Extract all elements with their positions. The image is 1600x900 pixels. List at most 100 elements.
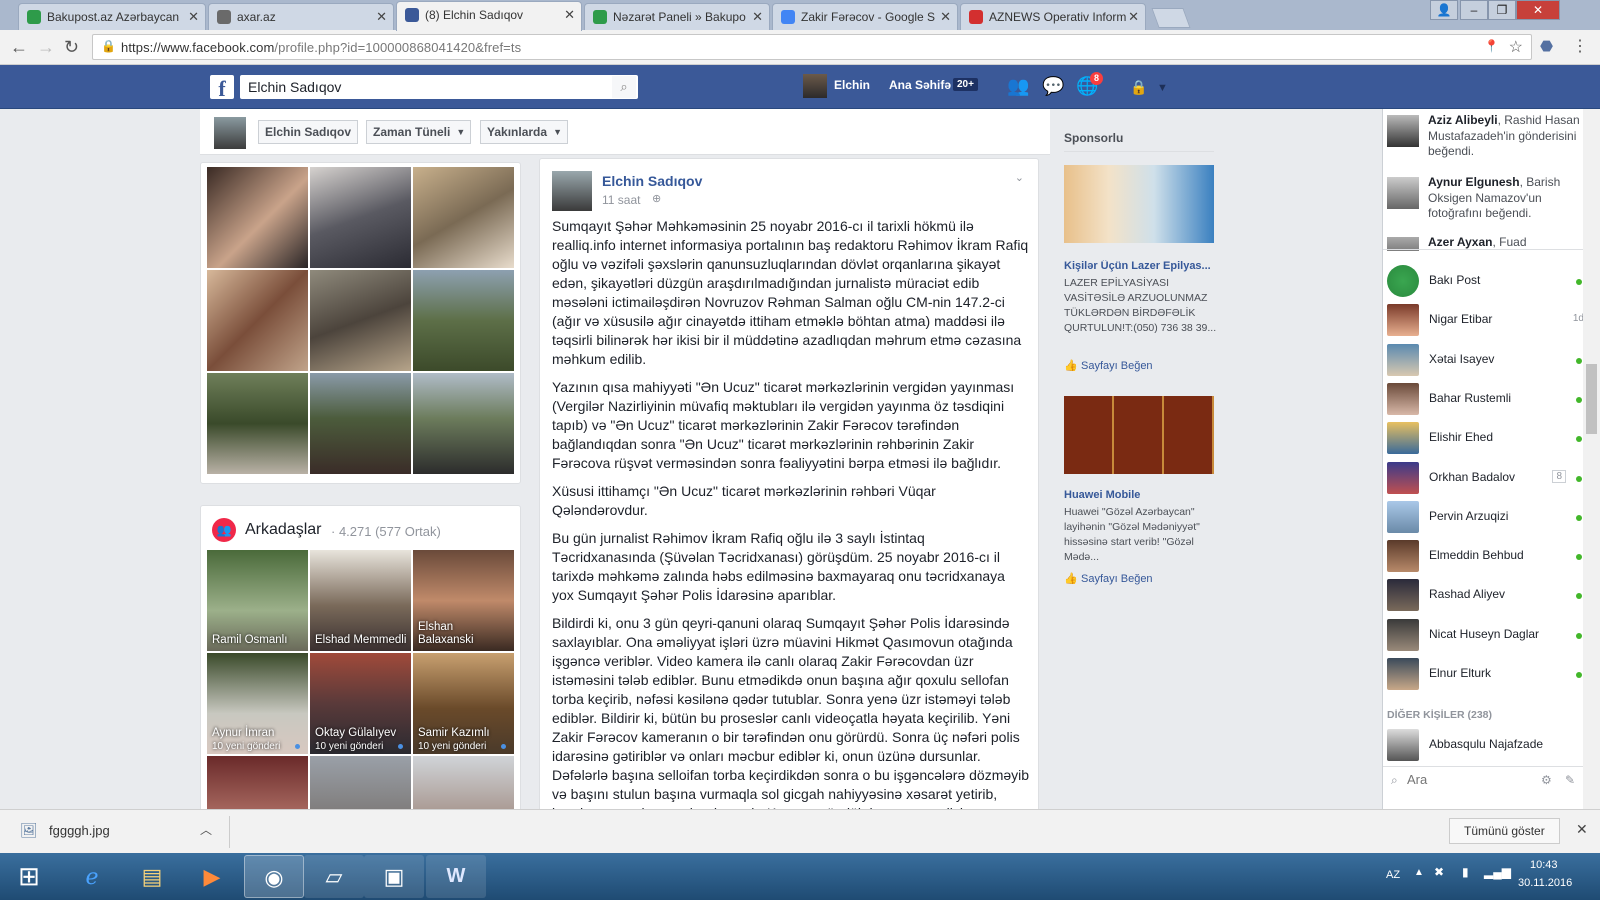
chat-contact[interactable]: Bahar Rustemli xyxy=(1387,381,1592,417)
compose-icon[interactable]: ✎ xyxy=(1565,773,1575,787)
facebook-logo-icon[interactable]: f xyxy=(210,75,234,101)
keyboard-language[interactable]: AZ xyxy=(1386,869,1400,881)
reload-icon[interactable]: ↻ xyxy=(64,37,79,57)
close-tab-icon[interactable]: ✕ xyxy=(752,4,763,30)
profile-link[interactable]: Elchin xyxy=(834,78,870,92)
ad-image[interactable] xyxy=(1064,165,1214,243)
friend-tile[interactable]: Ramil Osmanlı xyxy=(207,550,308,651)
network-icon[interactable]: ✖ xyxy=(1434,865,1444,879)
chat-contact[interactable]: Nigar Etibar 1d xyxy=(1387,302,1592,338)
chat-contact[interactable]: Abbasqulu Najafzade xyxy=(1387,727,1592,763)
chat-contact[interactable]: Xətai Isayev xyxy=(1387,342,1592,378)
ad-image[interactable] xyxy=(1064,396,1214,474)
nearby-button[interactable]: Yakınlarda ▼ xyxy=(480,120,569,144)
internet-explorer-icon[interactable]: ℯ xyxy=(62,855,122,898)
download-file-name[interactable]: fggggh.jpg xyxy=(49,823,110,838)
show-all-downloads-button[interactable]: Tümünü göster xyxy=(1449,818,1560,844)
browser-tab[interactable]: AZNEWS Operativ Inform ✕ xyxy=(960,3,1146,30)
browser-tab[interactable]: axar.az ✕ xyxy=(208,3,394,30)
chat-search-input[interactable] xyxy=(1407,772,1527,787)
friend-tile[interactable]: Elshan Balaxanski xyxy=(413,550,514,651)
friend-tile[interactable]: Elshad Memmedli xyxy=(310,550,411,651)
account-menu-chevron-down-icon[interactable]: ▼ xyxy=(1157,82,1168,94)
photo-thumbnail[interactable] xyxy=(310,270,411,371)
friend-name[interactable]: Samir Kazımlı xyxy=(418,727,510,740)
user-profile-button[interactable]: 👤 xyxy=(1430,0,1458,20)
friend-requests-icon[interactable]: 👥 xyxy=(1007,76,1029,97)
photo-thumbnail[interactable] xyxy=(207,167,308,268)
photo-thumbnail[interactable] xyxy=(310,167,411,268)
close-icon[interactable]: ✕ xyxy=(1576,821,1588,838)
show-hidden-icons-icon[interactable]: ▲ xyxy=(1414,867,1424,878)
profile-avatar[interactable] xyxy=(803,74,827,98)
friend-name[interactable]: Ramil Osmanlı xyxy=(212,634,304,647)
chat-contact[interactable]: Orkhan Badalov 8 xyxy=(1387,460,1592,496)
chat-contact[interactable]: Pervin Arzuqizi xyxy=(1387,499,1592,535)
notepad-icon[interactable]: ▱ xyxy=(304,855,364,898)
chat-search-box[interactable]: ⌕ ⚙ ✎ xyxy=(1383,766,1599,796)
profile-thumbnail[interactable] xyxy=(214,117,246,149)
ad-headline[interactable]: Huawei Mobile xyxy=(1064,489,1140,501)
ticker-actor[interactable]: Aynur Elgunesh xyxy=(1428,175,1520,189)
browser-tab[interactable]: Bakupost.az Azərbaycan ✕ xyxy=(18,3,206,30)
chat-contact[interactable]: Nicat Huseyn Daglar xyxy=(1387,617,1592,653)
photo-thumbnail[interactable] xyxy=(310,373,411,474)
close-tab-icon[interactable]: ✕ xyxy=(1128,4,1139,30)
home-link[interactable]: Ana Səhifə xyxy=(889,78,951,92)
friend-name[interactable]: Aynur İmran xyxy=(212,727,304,740)
friend-name[interactable]: Elshan Balaxanski xyxy=(418,621,510,647)
close-tab-icon[interactable]: ✕ xyxy=(376,4,387,30)
post-options-chevron-down-icon[interactable]: ⌄ xyxy=(1015,171,1024,184)
ad-headline[interactable]: Kişilər Üçün Lazer Epilyas... xyxy=(1064,260,1224,272)
chat-contact[interactable]: Elmeddin Behbud xyxy=(1387,538,1592,574)
chat-contact[interactable]: Bakı Post xyxy=(1387,263,1592,299)
back-icon[interactable]: ← xyxy=(10,37,28,57)
chat-contact[interactable]: Elishir Ehed xyxy=(1387,420,1592,456)
signal-icon[interactable]: ▂▄▆ xyxy=(1484,865,1511,879)
facebook-search-input[interactable] xyxy=(240,75,638,99)
post-author-name[interactable]: Elchin Sadıqov xyxy=(602,173,702,189)
maximize-button[interactable]: ❐ xyxy=(1488,0,1516,20)
close-tab-icon[interactable]: ✕ xyxy=(564,2,575,28)
photo-thumbnail[interactable] xyxy=(413,373,514,474)
bookmark-star-icon[interactable]: ☆ xyxy=(1509,37,1523,57)
ad-like-link[interactable]: Sayfayı Beğen xyxy=(1081,360,1153,372)
word-icon[interactable]: W xyxy=(426,855,486,898)
url-bar[interactable]: 🔒 https://www.facebook.com/profile.php?i… xyxy=(92,34,1532,60)
photo-thumbnail[interactable] xyxy=(413,270,514,371)
timeline-button[interactable]: Zaman Tüneli ▼ xyxy=(366,120,472,144)
chevron-up-icon[interactable]: ︿ xyxy=(200,821,212,838)
close-tab-icon[interactable]: ✕ xyxy=(188,4,199,30)
start-button-icon[interactable]: ⊞ xyxy=(4,855,54,898)
browser-tab[interactable]: (8) Elchin Sadıqov ✕ xyxy=(396,1,582,31)
friend-name[interactable]: Oktay Gülalıyev xyxy=(315,727,407,740)
friends-title[interactable]: Arkadaşlar xyxy=(245,521,321,539)
ticker-story[interactable]: Aziz Alibeyli, Rashid Hasan Mustafazadeh… xyxy=(1387,113,1582,160)
search-icon[interactable]: ⌕ xyxy=(612,76,636,98)
close-window-button[interactable]: ✕ xyxy=(1516,0,1560,20)
ticker-story[interactable]: Aynur Elgunesh, Barish Oksigen Namazov'u… xyxy=(1387,175,1582,222)
photo-thumbnail[interactable] xyxy=(207,373,308,474)
extension-icon[interactable]: ⬣ xyxy=(1540,37,1553,57)
post-author-avatar[interactable] xyxy=(552,171,592,211)
photo-thumbnail[interactable] xyxy=(413,167,514,268)
browser-tab[interactable]: Zakir Fərəcov - Google S ✕ xyxy=(772,3,958,30)
browser-tab[interactable]: Nəzarət Paneli » Bakupo ✕ xyxy=(584,3,770,30)
close-tab-icon[interactable]: ✕ xyxy=(940,4,951,30)
chat-contact[interactable]: Rashad Aliyev xyxy=(1387,577,1592,613)
photo-viewer-icon[interactable]: ▣ xyxy=(364,855,424,898)
ticker-actor[interactable]: Azer Ayxan xyxy=(1428,235,1492,249)
gear-icon[interactable]: ⚙ xyxy=(1541,773,1552,787)
friend-tile[interactable]: Samir Kazımlı 10 yeni gönderi xyxy=(413,653,514,754)
battery-icon[interactable]: ▮ xyxy=(1462,865,1469,879)
menu-icon[interactable]: ⋮ xyxy=(1572,37,1588,57)
ticker-actor[interactable]: Aziz Alibeyli xyxy=(1428,113,1498,127)
privacy-shortcuts-icon[interactable]: 🔒 xyxy=(1130,79,1147,96)
media-player-icon[interactable]: ▶ xyxy=(182,855,242,898)
new-tab-button[interactable] xyxy=(1151,8,1191,28)
chat-contact[interactable]: Elnur Elturk xyxy=(1387,656,1592,692)
pin-icon[interactable]: 📍 xyxy=(1484,39,1499,53)
profile-name-button[interactable]: Elchin Sadıqov xyxy=(258,120,359,144)
scrollbar[interactable] xyxy=(1583,109,1600,809)
friend-tile[interactable]: Aynur İmran 10 yeni gönderi xyxy=(207,653,308,754)
